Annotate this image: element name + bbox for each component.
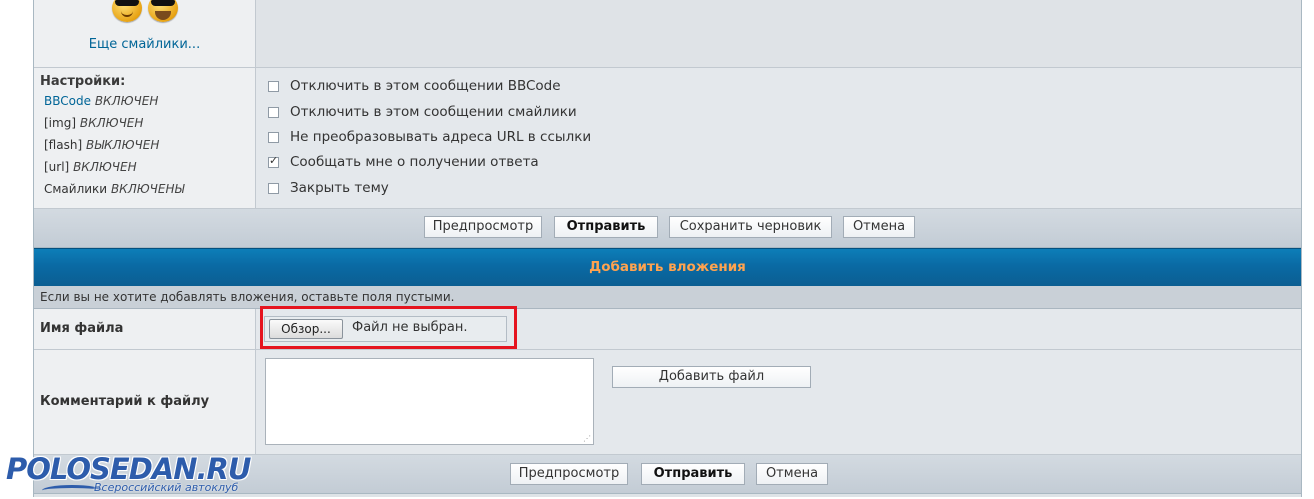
lock-topic-checkbox[interactable] (268, 182, 279, 194)
bottom-cancel-button[interactable]: Отмена (756, 463, 828, 485)
bottom-preview-button[interactable]: Предпросмотр (510, 463, 628, 485)
disable-url-checkbox[interactable] (268, 131, 279, 143)
disable-smilies-option[interactable]: Отключить в этом сообщении смайлики (268, 104, 577, 120)
comment-label-cell: Комментарий к файлу (34, 350, 256, 454)
attachments-header: Добавить вложения (34, 248, 1301, 286)
disable-bbcode-checkbox[interactable] (268, 80, 279, 92)
options-status-panel: Настройки: BBCode ВКЛЮЧЕН [img] ВКЛЮЧЕН … (34, 68, 256, 208)
url-status: [url] ВКЛЮЧЕН (44, 160, 137, 174)
bearded-smiley-icon[interactable] (148, 0, 178, 22)
file-label: Имя файла (40, 321, 124, 336)
resize-handle-icon[interactable]: ⋰ (583, 434, 591, 443)
file-label-cell: Имя файла (34, 309, 256, 349)
add-file-button[interactable]: Добавить файл (612, 366, 811, 388)
notify-reply-option[interactable]: Сообщать мне о получении ответа (268, 154, 539, 170)
cancel-button[interactable]: Отмена (843, 216, 915, 238)
submit-button[interactable]: Отправить (554, 216, 658, 238)
disable-bbcode-option[interactable]: Отключить в этом сообщении BBCode (268, 78, 561, 94)
smilies-panel: Еще смайлики... (34, 0, 256, 67)
attachments-note: Если вы не хотите добавлять вложения, ос… (34, 286, 1301, 309)
save-draft-button[interactable]: Сохранить черновик (669, 216, 832, 238)
file-comment-textarea[interactable] (265, 358, 594, 445)
comment-label: Комментарий к файлу (40, 394, 210, 409)
posting-form: Еще смайлики... Настройки: BBCode ВКЛЮЧЕ… (33, 0, 1302, 497)
disable-smilies-checkbox[interactable] (268, 106, 279, 118)
highlight-box (260, 306, 517, 349)
smilies-right-cell (256, 0, 1301, 67)
file-row: Имя файла Обзор... Файл не выбран. (34, 306, 1301, 350)
options-row: Настройки: BBCode ВКЛЮЧЕН [img] ВКЛЮЧЕН … (34, 68, 1301, 209)
bbcode-link[interactable]: BBCode (44, 94, 91, 108)
options-checkboxes-panel: Отключить в этом сообщении BBCode Отключ… (256, 68, 1301, 208)
bbcode-status: BBCode ВКЛЮЧЕН (44, 94, 159, 108)
options-title: Настройки: (40, 74, 126, 89)
smilies-status: Смайлики ВКЛЮЧЕНЫ (44, 182, 185, 196)
logo-subtitle: Всероссийский автоклуб (94, 481, 239, 494)
preview-button[interactable]: Предпросмотр (424, 216, 542, 238)
disable-url-option[interactable]: Не преобразовывать адреса URL в ссылки (268, 129, 591, 145)
cool-smiley-icon[interactable] (112, 0, 142, 22)
lock-topic-option[interactable]: Закрыть тему (268, 180, 389, 196)
comment-row: Комментарий к файлу ⋰ Добавить файл (34, 350, 1301, 455)
more-smilies-link[interactable]: Еще смайлики... (34, 37, 255, 52)
bottom-submit-button[interactable]: Отправить (641, 463, 745, 485)
flash-status: [flash] ВЫКЛЮЧЕН (44, 138, 160, 152)
notify-reply-checkbox[interactable] (268, 154, 279, 168)
img-status: [img] ВКЛЮЧЕН (44, 116, 144, 130)
smilies-row: Еще смайлики... (34, 0, 1301, 68)
logo-swoosh (42, 485, 102, 496)
site-logo: POLOSEDAN.RU Всероссийский автоклуб (4, 452, 264, 496)
top-button-bar: Предпросмотр Отправить Сохранить чернови… (34, 209, 1301, 248)
comment-input-cell: ⋰ Добавить файл (256, 350, 1301, 454)
